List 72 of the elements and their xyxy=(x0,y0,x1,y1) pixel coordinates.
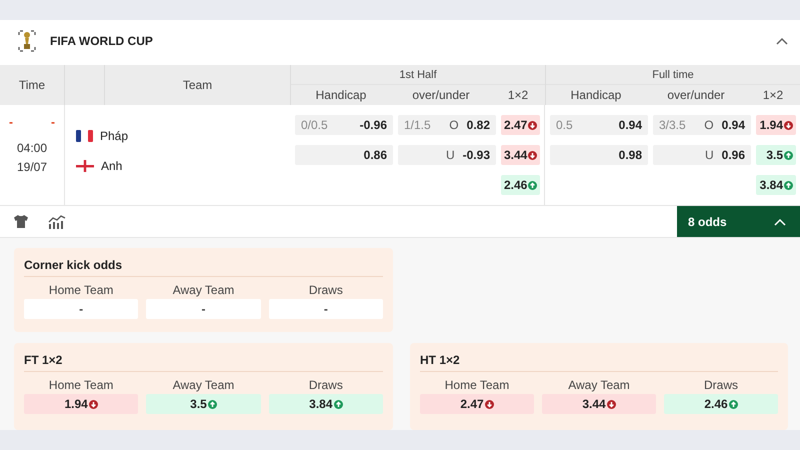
down-arrow-icon xyxy=(528,120,538,130)
selection-label: Home Team xyxy=(48,377,114,394)
handicap-odds-cell[interactable]: 0.98 xyxy=(550,145,648,165)
selection-odds-cell[interactable]: - xyxy=(24,299,138,319)
selection-label: Draws xyxy=(308,282,344,299)
selection-label: Away Team xyxy=(567,377,631,394)
up-arrow-icon xyxy=(728,400,738,408)
result-odds-cell[interactable]: 2.47 xyxy=(501,115,540,135)
over-under-odds-cell[interactable]: 3/3.5 O 0.94 xyxy=(653,115,751,135)
selection-odds-cell[interactable]: 3.44 xyxy=(542,394,656,414)
up-arrow-icon xyxy=(528,180,538,190)
up-arrow-icon xyxy=(334,400,342,408)
period-header: Full time xyxy=(546,65,800,85)
match-date: 19/07 xyxy=(16,160,48,174)
card-title: Corner kick odds xyxy=(24,258,383,277)
card-title: HT 1×2 xyxy=(420,353,778,372)
card-title: FT 1×2 xyxy=(24,353,383,372)
cross-flag-icon xyxy=(76,160,94,172)
up-arrow-icon xyxy=(784,150,793,160)
selection-odds-cell[interactable]: 3.84 xyxy=(268,394,383,414)
odds-column-header: 1×2 xyxy=(506,87,530,104)
down-arrow-icon xyxy=(484,400,494,408)
bar-chart-icon[interactable] xyxy=(48,214,66,228)
away-score: - xyxy=(51,115,55,129)
time-column-header: Time xyxy=(0,65,65,105)
selection-label: Home Team xyxy=(444,377,510,394)
result-odds-cell[interactable]: 3.44 xyxy=(501,145,540,165)
down-arrow-icon xyxy=(528,150,538,160)
odds-column-header: over/under xyxy=(666,87,726,104)
result-odds-cell[interactable]: 2.46 xyxy=(501,175,540,195)
odds-column-header: Handicap xyxy=(314,87,368,104)
league-title: FIFA WORLD CUP xyxy=(50,34,154,48)
result-odds-cell[interactable]: 1.94 xyxy=(756,115,796,135)
over-under-odds-cell[interactable]: 1/1.5 O 0.82 xyxy=(398,115,496,135)
kickoff-time: 04:00 xyxy=(16,141,48,155)
selection-odds-cell[interactable]: 2.46 xyxy=(664,394,778,414)
down-arrow-icon xyxy=(606,400,616,408)
up-arrow-icon xyxy=(208,400,217,408)
result-odds-cell[interactable]: 3.5 xyxy=(756,145,796,165)
selection-odds-cell[interactable]: - xyxy=(268,299,383,319)
home-score: - xyxy=(9,115,13,129)
odds-column-header: Handicap xyxy=(570,87,622,104)
result-odds-cell[interactable]: 3.84 xyxy=(756,175,796,195)
tricolor-flag-icon xyxy=(76,130,93,142)
team-name: Pháp xyxy=(100,129,128,143)
selection-label: Away Team xyxy=(172,282,236,299)
odds-toggle-button[interactable]: 8 odds xyxy=(677,206,800,237)
up-arrow-icon xyxy=(784,180,793,190)
odds-column-header: 1×2 xyxy=(762,87,784,104)
selection-odds-cell[interactable]: 3.5 xyxy=(146,394,261,414)
collapse-chevron-icon[interactable] xyxy=(776,37,788,45)
handicap-odds-cell[interactable]: 0.86 xyxy=(295,145,393,165)
down-arrow-icon xyxy=(784,120,793,130)
selection-label: Draws xyxy=(308,377,344,394)
trophy-icon xyxy=(18,30,36,52)
chevron-icon[interactable] xyxy=(774,218,786,226)
over-under-odds-cell[interactable]: U -0.93 xyxy=(398,145,496,165)
handicap-odds-cell[interactable]: 0/0.5 -0.96 xyxy=(295,115,393,135)
handicap-odds-cell[interactable]: 0.5 0.94 xyxy=(550,115,648,135)
selection-odds-cell[interactable]: 1.94 xyxy=(24,394,138,414)
down-arrow-icon xyxy=(88,400,98,408)
team-name: Anh xyxy=(101,159,122,173)
selection-label: Draws xyxy=(702,377,739,394)
selection-label: Away Team xyxy=(172,377,236,394)
selection-odds-cell[interactable]: - xyxy=(146,299,261,319)
team-column-header: Team xyxy=(182,77,214,94)
shirt-icon[interactable] xyxy=(14,215,28,228)
over-under-odds-cell[interactable]: U 0.96 xyxy=(653,145,751,165)
period-header: 1st Half xyxy=(291,65,545,85)
odds-column-header: over/under xyxy=(411,87,471,104)
selection-odds-cell[interactable]: 2.47 xyxy=(420,394,534,414)
selection-label: Home Team xyxy=(48,282,114,299)
